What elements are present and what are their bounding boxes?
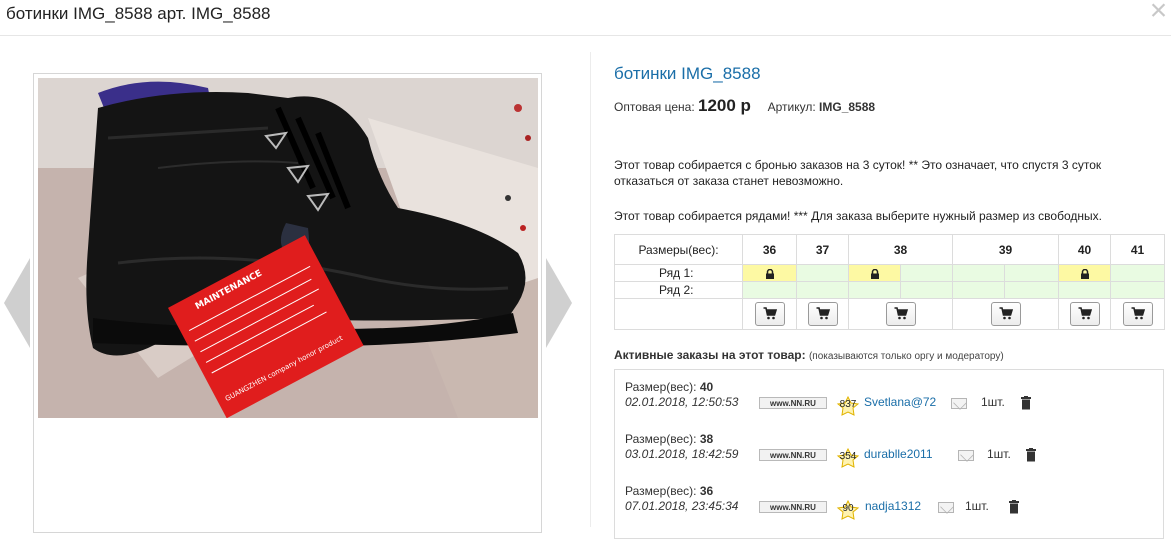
slot-cell-free[interactable] xyxy=(848,281,901,299)
size-header-37: 37 xyxy=(796,234,849,265)
product-photo-frame: MAINTENANCE GUANGZHEN company honor prod… xyxy=(33,73,542,533)
price-line: Оптовая цена: 1200 р Артикул: IMG_8588 xyxy=(614,96,875,116)
slot-cell-free[interactable] xyxy=(899,281,954,299)
slot-cell-free[interactable] xyxy=(952,281,1006,299)
modal-title: ботинки IMG_8588 арт. IMG_8588 xyxy=(6,4,271,23)
boot-image: MAINTENANCE GUANGZHEN company honor prod… xyxy=(38,78,538,418)
product-photo[interactable]: MAINTENANCE GUANGZHEN company honor prod… xyxy=(38,78,538,418)
rating-badge: 837 xyxy=(836,396,860,416)
rating-badge: 90 xyxy=(836,500,860,520)
order-date: 07.01.2018, 23:45:34 xyxy=(625,499,739,513)
modal-header: ботинки IMG_8588 арт. IMG_8588 × xyxy=(0,0,1171,36)
order-user-link[interactable]: durablle2011 xyxy=(864,447,933,461)
trash-icon[interactable] xyxy=(1020,396,1032,410)
order-size-value: 36 xyxy=(699,484,714,498)
site-badge[interactable]: www.NN.RU xyxy=(759,501,827,513)
cart-cell-40 xyxy=(1058,298,1112,330)
slot-cell-free[interactable] xyxy=(899,264,954,282)
slot-cell-booked[interactable] xyxy=(848,264,901,282)
order-size-label: Размер(вес): xyxy=(625,484,697,498)
order-item: Размер(вес): 40 02.01.2018, 12:50:53 www… xyxy=(625,380,1145,416)
trash-icon[interactable] xyxy=(1025,448,1037,462)
slot-cell-free[interactable] xyxy=(952,264,1006,282)
order-user-link[interactable]: nadja1312 xyxy=(865,499,921,513)
order-item: Размер(вес): 36 07.01.2018, 23:45:34 www… xyxy=(625,484,1145,520)
slot-cell-free[interactable] xyxy=(796,264,849,282)
slot-cell-free[interactable] xyxy=(1058,281,1112,299)
cart-cell-38 xyxy=(847,298,954,330)
cart-icon xyxy=(816,307,830,320)
notice-rows: Этот товар собирается рядами! *** Для за… xyxy=(614,209,1102,223)
orders-list: Размер(вес): 40 02.01.2018, 12:50:53 www… xyxy=(614,369,1164,539)
active-orders-heading: Активные заказы на этот товар: (показыва… xyxy=(614,348,1004,362)
cart-button[interactable] xyxy=(754,302,785,326)
cart-icon xyxy=(999,307,1013,320)
slot-cell-free[interactable] xyxy=(1004,264,1060,282)
size-header-36: 36 xyxy=(742,234,797,265)
order-size-label: Размер(вес): xyxy=(625,432,697,446)
row-label: Ряд 1: xyxy=(614,264,743,282)
sizes-header-label: Размеры(вес): xyxy=(614,234,743,265)
cart-button[interactable] xyxy=(1122,302,1153,326)
rating-badge: 354 xyxy=(836,448,860,468)
lock-icon xyxy=(870,268,879,279)
slot-cell-free[interactable] xyxy=(1110,264,1166,282)
size-header-41: 41 xyxy=(1110,234,1166,265)
order-qty: 1шт. xyxy=(987,447,1011,461)
size-header-38: 38 xyxy=(847,234,954,265)
article-value: IMG_8588 xyxy=(819,100,876,114)
slot-cell-free[interactable] xyxy=(796,281,849,299)
trash-icon[interactable] xyxy=(1008,500,1020,514)
cart-cell-37 xyxy=(796,298,849,330)
order-date: 03.01.2018, 18:42:59 xyxy=(625,447,739,461)
slot-cell-booked[interactable] xyxy=(1058,264,1112,282)
mail-icon[interactable] xyxy=(958,450,974,461)
cart-button[interactable] xyxy=(1069,302,1100,326)
arrow-right-icon[interactable] xyxy=(546,258,572,348)
price-value: 1200 р xyxy=(698,96,751,115)
notice-booking: Этот товар собирается с бронью заказов н… xyxy=(614,158,1102,188)
slot-cell-free[interactable] xyxy=(1110,281,1166,299)
order-item: Размер(вес): 38 03.01.2018, 18:42:59 www… xyxy=(625,432,1145,468)
size-header-39: 39 xyxy=(952,234,1060,265)
lock-icon xyxy=(1080,268,1089,279)
slot-cell-free[interactable] xyxy=(1004,281,1060,299)
article-label: Артикул: xyxy=(767,100,816,114)
order-qty: 1шт. xyxy=(981,395,1005,409)
cart-button[interactable] xyxy=(990,302,1021,326)
cart-cell-41 xyxy=(1110,298,1166,330)
order-qty: 1шт. xyxy=(965,499,989,513)
size-header-40: 40 xyxy=(1058,234,1112,265)
close-icon[interactable]: × xyxy=(1146,0,1171,26)
lock-icon xyxy=(765,268,774,279)
active-orders-title: Активные заказы на этот товар: xyxy=(614,348,806,362)
order-user-link[interactable]: Svetlana@72 xyxy=(864,395,936,409)
cart-icon xyxy=(1131,307,1145,320)
slot-cell-free[interactable] xyxy=(742,281,797,299)
cart-icon xyxy=(894,307,908,320)
cart-button[interactable] xyxy=(885,302,916,326)
site-badge[interactable]: www.NN.RU xyxy=(759,449,827,461)
site-badge[interactable]: www.NN.RU xyxy=(759,397,827,409)
cart-icon xyxy=(763,307,777,320)
row-label: Ряд 2: xyxy=(614,281,743,299)
cart-icon xyxy=(1078,307,1092,320)
mail-icon[interactable] xyxy=(951,398,967,409)
panel-divider xyxy=(590,52,591,527)
active-orders-note: (показываются только оргу и модератору) xyxy=(808,351,1004,362)
order-size-value: 40 xyxy=(699,380,714,394)
order-date: 02.01.2018, 12:50:53 xyxy=(625,395,739,409)
sizes-table: Размеры(вес): 36 37 38 39 40 41 Ряд 1: Р… xyxy=(614,234,1166,330)
slot-cell-booked[interactable] xyxy=(742,264,797,282)
order-size-label: Размер(вес): xyxy=(625,380,697,394)
mail-icon[interactable] xyxy=(938,502,954,513)
cart-cell-39 xyxy=(952,298,1060,330)
order-size-value: 38 xyxy=(699,432,714,446)
cart-cell-36 xyxy=(742,298,797,330)
cart-button[interactable] xyxy=(807,302,838,326)
cart-row-label xyxy=(614,298,743,330)
product-title: ботинки IMG_8588 xyxy=(614,64,761,83)
price-label: Оптовая цена: xyxy=(614,100,695,114)
arrow-left-icon[interactable] xyxy=(4,258,30,348)
